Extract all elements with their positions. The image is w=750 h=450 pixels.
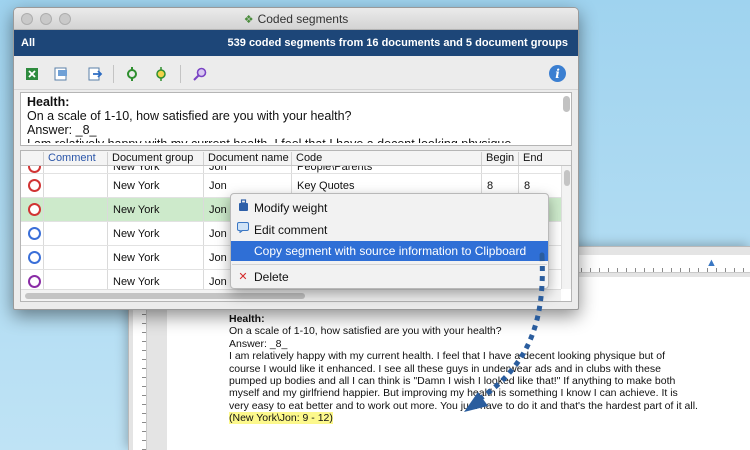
arrow-head (464, 392, 488, 412)
arrow-line (476, 255, 545, 403)
copy-to-document-arrow (464, 252, 545, 412)
arrow-origin-dot (539, 252, 545, 258)
